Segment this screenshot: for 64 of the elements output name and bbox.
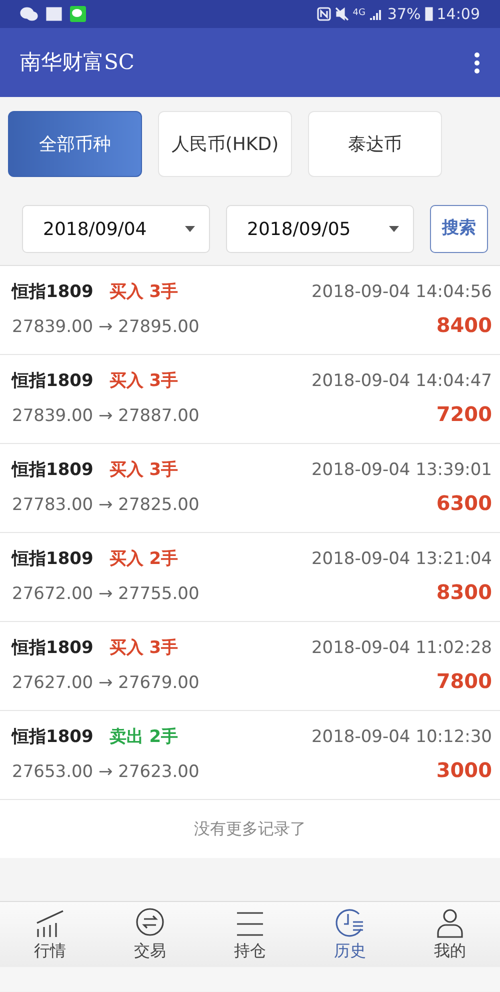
trade-action: 卖出 2手	[109, 726, 178, 749]
chat-icon	[70, 6, 86, 22]
trade-prices: 27672.00 → 27755.00	[12, 582, 200, 606]
trade-symbol: 恒指1809	[12, 281, 94, 304]
nav-tab[interactable]: 行情	[15, 906, 85, 962]
network-label: 4G	[352, 7, 366, 20]
nfc-icon	[316, 7, 331, 21]
trade-time: 2018-09-04 14:04:47	[311, 370, 492, 393]
trade-profit: 3000	[436, 756, 492, 784]
trade-row[interactable]: 恒指1809 卖出 2手 2018-09-04 10:12:30 27653.00 → 27623.00 3000	[0, 711, 500, 800]
trade-action: 买入 3手	[109, 459, 178, 482]
trade-prices: 27627.00 → 27679.00	[12, 672, 200, 694]
nav-tab[interactable]: 历史	[315, 906, 385, 962]
trade-row[interactable]: 恒指1809 买入 3手 2018-09-04 11:02:28 27627.00 → 27679.00 7800	[0, 622, 500, 711]
nav-tab[interactable]: 持仓	[215, 906, 285, 962]
trade-time: 2018-09-04 13:39:01	[311, 459, 492, 482]
caret-icon	[389, 226, 399, 232]
trade-time: 2018-09-04 10:12:30	[311, 726, 492, 749]
mute-icon	[334, 7, 349, 21]
battery-icon	[424, 7, 433, 21]
date-select[interactable]: 2018/09/05	[226, 205, 414, 253]
trade-profit: 8400	[436, 312, 492, 338]
trade-prices: 27839.00 → 27887.00	[12, 404, 200, 428]
nav-tab[interactable]: 我的	[415, 906, 485, 962]
trade-profit: 7200	[436, 400, 492, 428]
trade-time: 2018-09-04 11:02:28	[311, 637, 492, 660]
chat-icon	[20, 7, 38, 21]
trade-prices: 27839.00 → 27895.00	[12, 316, 200, 338]
trade-row[interactable]: 恒指1809 买入 2手 2018-09-04 13:21:04 27672.00 → 27755.00 8300	[0, 533, 500, 622]
trade-symbol: 恒指1809	[12, 548, 94, 571]
end-of-list-note: 没有更多记录了	[194, 818, 306, 840]
trade-action: 买入 2手	[109, 548, 178, 571]
caret-icon	[185, 226, 195, 232]
date-select[interactable]: 2018/09/04	[22, 205, 210, 253]
nav-tab[interactable]: 交易	[115, 906, 185, 962]
trade-symbol: 恒指1809	[12, 726, 94, 749]
trade-action: 买入 3手	[109, 370, 178, 393]
trade-row[interactable]: 恒指1809 买入 3手 2018-09-04 13:39:01 27783.00 → 27825.00 6300	[0, 444, 500, 533]
person-icon	[435, 906, 465, 938]
signal-icon	[369, 8, 384, 20]
trade-action: 买入 3手	[109, 281, 178, 304]
clock-time: 14:09	[436, 4, 480, 25]
trade-profit: 6300	[436, 490, 492, 516]
clock-icon	[335, 906, 365, 938]
trade-time: 2018-09-04 14:04:56	[311, 281, 492, 304]
app-title: 南华财富SC	[20, 48, 134, 76]
trade-prices: 27783.00 → 27825.00	[12, 494, 200, 516]
trade-profit: 7800	[436, 668, 492, 694]
trade-profit: 8300	[436, 578, 492, 606]
menu-button[interactable]	[474, 50, 480, 74]
trade-row[interactable]: 恒指1809 买入 3手 2018-09-04 14:04:47 27839.00 → 27887.00 7200	[0, 355, 500, 444]
trade-symbol: 恒指1809	[12, 459, 94, 482]
trade-row[interactable]: 恒指1809 买入 3手 2018-09-04 14:04:56 27839.00 → 27895.00 8400	[0, 266, 500, 355]
trade-symbol: 恒指1809	[12, 370, 94, 393]
battery-level: 37%	[387, 4, 421, 25]
trade-action: 买入 3手	[109, 637, 178, 660]
trade-prices: 27653.00 → 27623.00	[12, 760, 200, 784]
trade-time: 2018-09-04 13:21:04	[311, 548, 492, 571]
currency-tab[interactable]: 全部币种	[8, 111, 142, 177]
exchange-icon	[135, 906, 165, 938]
search-button[interactable]: 搜索	[430, 205, 488, 253]
currency-tab[interactable]: 泰达币	[308, 111, 442, 177]
trade-symbol: 恒指1809	[12, 637, 94, 660]
currency-tab[interactable]: 人民币(HKD)	[158, 111, 292, 177]
